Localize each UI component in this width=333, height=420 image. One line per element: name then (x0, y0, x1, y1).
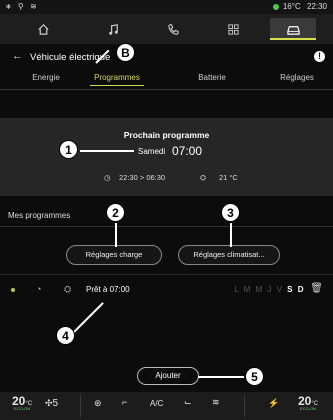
callout-leader (198, 376, 244, 378)
next-program-time: 07:00 (172, 144, 203, 158)
divider (80, 395, 81, 417)
charge-clock-icon: ◔ (36, 284, 42, 294)
left-temperature-control[interactable]: 20°C ECO-ON (12, 394, 32, 411)
right-eco-mode: ECO-ON (300, 406, 317, 411)
status-icons: ∗ ⚲ ≋ (5, 2, 39, 11)
tab-energie[interactable]: Energie (26, 72, 66, 90)
fan-icon: ✣ (45, 398, 53, 408)
climate-settings-button[interactable]: Réglages climatisat... (178, 245, 280, 265)
back-arrow-icon[interactable]: ← (12, 50, 23, 62)
nav-home[interactable] (20, 18, 66, 40)
next-program-day: Samedi (138, 147, 166, 156)
tab-reglages[interactable]: Réglages (275, 72, 319, 90)
add-program-button[interactable]: Ajouter (137, 367, 199, 385)
my-programs-label: Mes programmes (8, 211, 71, 220)
status-bar: ∗ ⚲ ≋ 16°C 22:30 (0, 0, 333, 14)
car-icon (286, 26, 300, 35)
callout-leader (71, 302, 104, 335)
divider (0, 274, 333, 275)
left-eco-mode: ECO-ON (14, 406, 31, 411)
callout-1: 1 (59, 140, 78, 159)
connection-dot-icon (272, 4, 279, 10)
divider (244, 395, 245, 417)
callout-b: B (116, 43, 135, 62)
callout-3: 3 (221, 203, 240, 222)
program-days: L M M J V S D (234, 285, 305, 294)
divider (0, 226, 333, 227)
fan-speed: 5 (52, 398, 59, 409)
nav-vehicle[interactable] (270, 18, 316, 40)
seat-heat-right-icon[interactable]: ⌙ (184, 397, 192, 408)
active-days: S D (287, 285, 305, 294)
nav-phone[interactable] (150, 18, 196, 40)
right-temperature-control[interactable]: 20°C ECO-ON (298, 394, 318, 411)
next-program-panel: Prochain programme Samedi 07:00 ◷ 22:30 … (0, 118, 333, 196)
phone-icon (167, 24, 179, 35)
top-nav (0, 14, 333, 44)
climate-temperature: 21 °C (219, 173, 238, 182)
tab-programmes[interactable]: Programmes (90, 72, 144, 90)
climate-icon: ⛭ (200, 173, 206, 182)
info-icon[interactable]: ! (314, 51, 325, 62)
apps-grid-icon (227, 24, 239, 35)
seat-heat-icon[interactable]: ⌐ (122, 397, 127, 407)
nav-media[interactable] (90, 18, 136, 40)
music-note-icon (108, 24, 118, 35)
callout-leader (115, 223, 117, 247)
clock: 22:30 (306, 2, 327, 11)
callout-leader (80, 150, 134, 152)
climate-icon: ⛭ (64, 284, 72, 294)
callout-2: 2 (106, 203, 125, 222)
recirculation-icon[interactable]: ⚡ (268, 398, 279, 409)
status-right: 16°C 22:30 (272, 2, 327, 11)
defrost-icon[interactable]: ≋ (212, 397, 220, 408)
charge-window: 22:30 > 06:30 (119, 173, 166, 182)
trash-icon[interactable]: 🗑 (310, 283, 323, 294)
tab-batterie[interactable]: Batterie (190, 72, 234, 90)
nav-apps[interactable] (210, 18, 256, 40)
tabs-divider (0, 89, 333, 90)
page-header: ← Véhicule électrique ! (0, 44, 333, 74)
outside-temperature: 16°C (282, 2, 301, 11)
home-icon (37, 24, 49, 35)
ac-button[interactable]: A/C (150, 399, 163, 408)
next-program-title: Prochain programme (123, 130, 210, 140)
ready-time: Prêt à 07:00 (86, 285, 130, 294)
charge-settings-button[interactable]: Réglages charge (66, 245, 162, 265)
inactive-days: L M M J V (234, 285, 284, 294)
callout-5: 5 (245, 367, 264, 386)
callout-4: 4 (56, 326, 75, 345)
callout-leader (230, 223, 232, 247)
program-active-dot-icon[interactable] (11, 288, 15, 292)
clock-icon: ◷ (104, 173, 111, 182)
fan-speed-control[interactable]: ✣5 (45, 398, 58, 409)
program-row[interactable]: ◔ ⛭ Prêt à 07:00 L M M J V S D 🗑 (0, 283, 333, 301)
steering-heat-icon[interactable]: ⊛ (94, 398, 102, 409)
climate-bar: 20°C ECO-ON ✣5 ⊛ ⌐ A/C ⌙ ≋ ⚡ 20°C ECO-ON (0, 392, 333, 420)
